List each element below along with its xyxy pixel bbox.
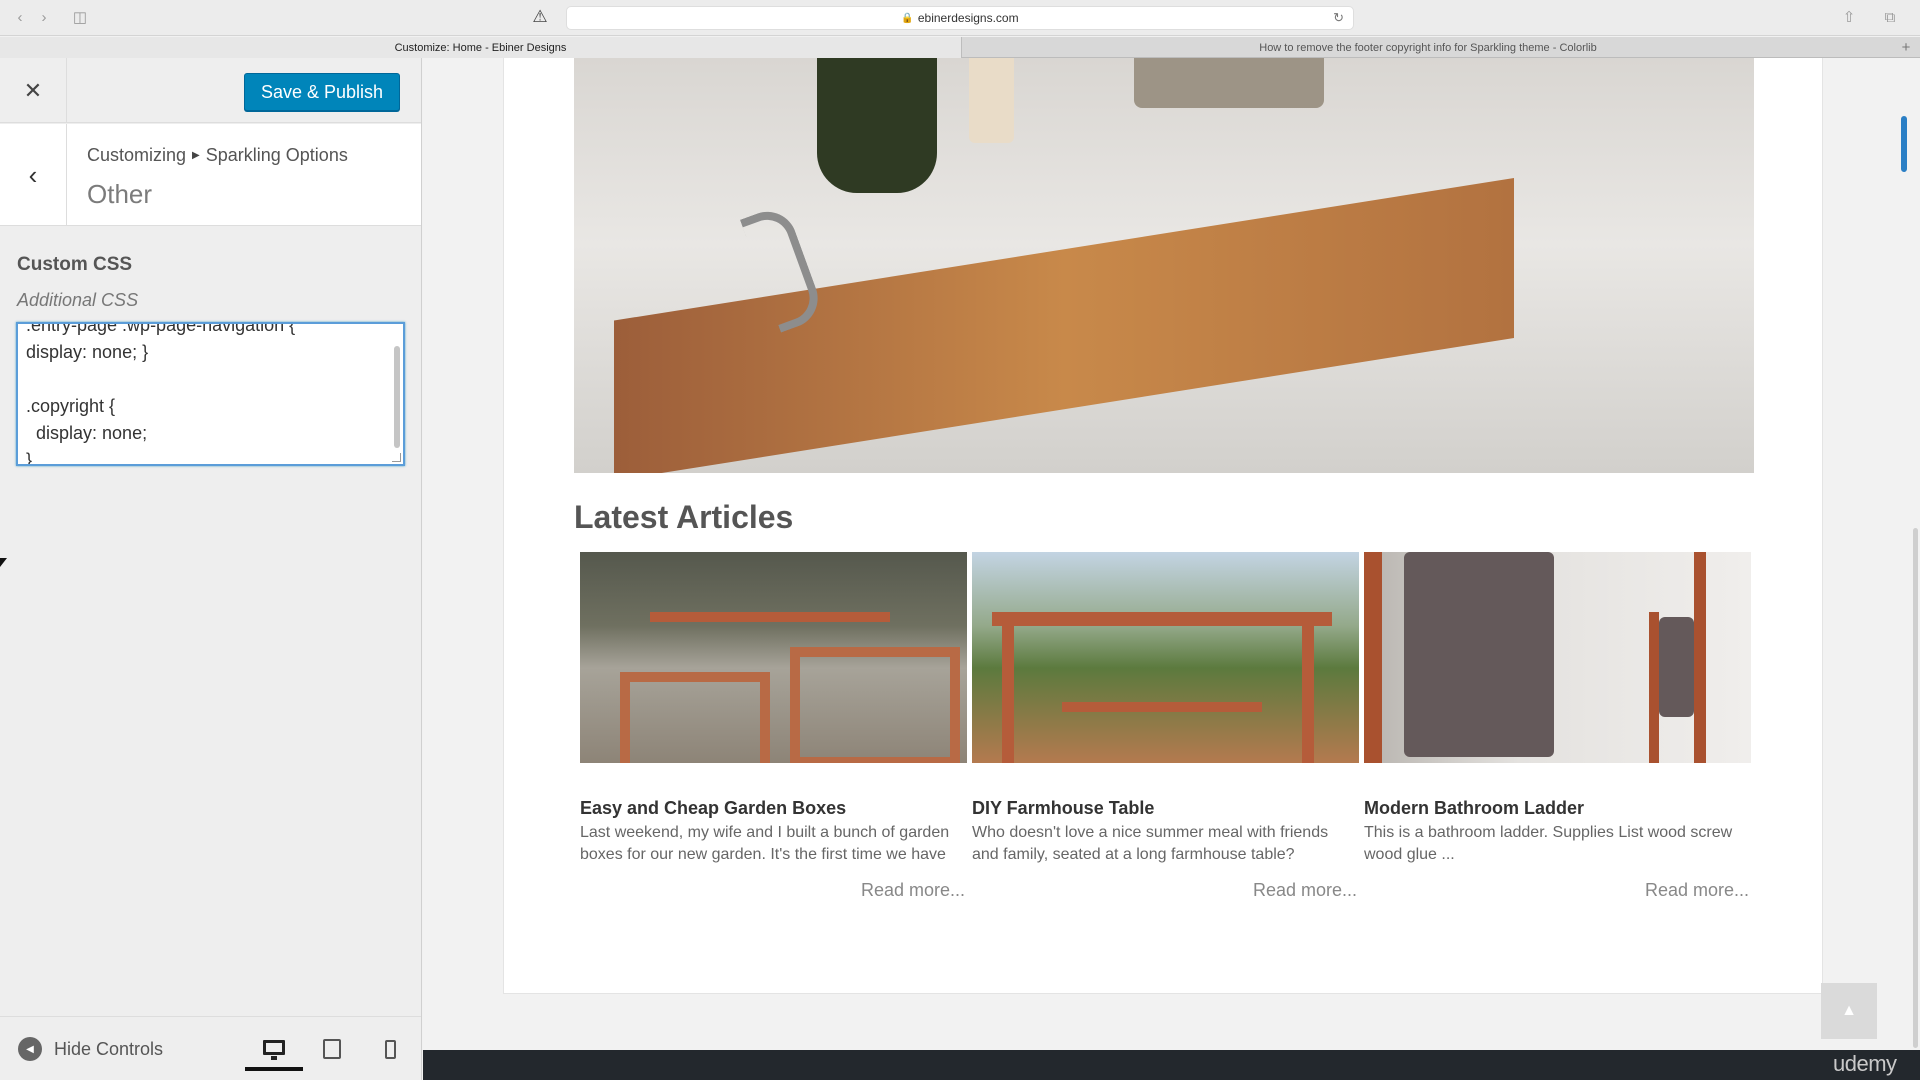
arrow-left-circle-icon: ◀	[18, 1037, 42, 1061]
breadcrumb-section: Sparkling Options	[205, 145, 348, 165]
share-icon[interactable]: ⇧	[1837, 7, 1861, 27]
ladder-rail-shape	[1694, 552, 1706, 763]
preview-scrollbar[interactable]	[1913, 528, 1918, 1048]
customizer-footer: ◀ Hide Controls	[0, 1016, 421, 1080]
site-footer	[423, 1050, 1920, 1080]
css-code: .entry-page .wp-page-navigation { displa…	[26, 322, 296, 466]
site-preview: Latest Articles Easy and Cheap Garden Bo…	[423, 58, 1920, 1080]
article-card[interactable]: Modern Bathroom Ladder This is a bathroo…	[1364, 552, 1751, 901]
article-thumbnail[interactable]	[580, 552, 967, 763]
additional-css-description: Additional CSS	[17, 290, 139, 310]
resize-handle[interactable]	[392, 453, 401, 462]
udemy-watermark: udemy	[1833, 1051, 1897, 1076]
pergola-post-shape	[1002, 622, 1014, 763]
ladder-rail-shape	[1649, 612, 1659, 763]
bottle-shape	[817, 58, 937, 193]
url-text: ebinerdesigns.com	[917, 11, 1019, 25]
chevron-left-icon[interactable]: ‹	[0, 124, 67, 226]
article-excerpt: This is a bathroom ladder. Supplies List…	[1364, 824, 1733, 863]
warning-icon[interactable]: ⚠	[528, 6, 552, 28]
browser-toolbar: ‹ › ◫ ⚠ 🔒 ebinerdesigns.com ↻ ⇧ ⧉	[0, 0, 1920, 36]
reload-icon[interactable]: ↻	[1333, 10, 1344, 26]
sidebar-toggle-icon[interactable]: ◫	[68, 7, 92, 27]
tab-customize[interactable]: Customize: Home - Ebiner Designs	[0, 37, 962, 58]
article-title[interactable]: DIY Farmhouse Table	[972, 798, 1359, 819]
latest-articles-heading: Latest Articles	[574, 499, 794, 535]
tabs-overview-icon[interactable]: ⧉	[1878, 7, 1902, 27]
garden-box-shape	[790, 647, 960, 763]
mouse-cursor-icon	[0, 558, 7, 567]
tab-bar: Customize: Home - Ebiner Designs How to …	[0, 37, 1920, 58]
section-title: Other	[87, 179, 153, 209]
chevron-up-icon[interactable]: ▲	[1821, 983, 1877, 1039]
read-more-link[interactable]: Read more...	[1364, 880, 1751, 901]
close-icon[interactable]: ✕	[0, 58, 67, 123]
forward-nav-icon[interactable]: ›	[32, 7, 56, 27]
new-tab-icon[interactable]: +	[1896, 37, 1916, 58]
article-card[interactable]: DIY Farmhouse Table Who doesn't love a n…	[972, 552, 1359, 901]
tablet-preview-button[interactable]	[303, 1027, 361, 1071]
mobile-icon	[384, 1039, 396, 1059]
article-thumbnail[interactable]	[972, 552, 1359, 763]
customizer-sidebar: ✕ Save & Publish ‹ Customizing ▶ Sparkli…	[0, 58, 422, 1080]
section-header: ‹ Customizing ▶ Sparkling Options Other	[0, 124, 421, 226]
article-title[interactable]: Modern Bathroom Ladder	[1364, 798, 1751, 819]
ladder-rail-shape	[1364, 552, 1382, 763]
address-bar[interactable]: 🔒 ebinerdesigns.com ↻	[566, 6, 1354, 30]
desktop-preview-button[interactable]	[245, 1027, 303, 1071]
breadcrumb-root: Customizing	[87, 145, 187, 165]
hide-controls-button[interactable]: ◀ Hide Controls	[18, 1037, 163, 1061]
tab-label: How to remove the footer copyright info …	[1259, 41, 1597, 54]
custom-css-label: Custom CSS	[17, 254, 133, 275]
towel-shape	[1404, 552, 1554, 757]
custom-css-textarea[interactable]: .entry-page .wp-page-navigation { displa…	[16, 322, 405, 466]
article-excerpt: Last weekend, my wife and I built a bunc…	[580, 824, 950, 863]
article-excerpt: Who doesn't love a nice summer meal with…	[972, 824, 1329, 863]
customizer-header: ✕ Save & Publish	[0, 58, 421, 123]
tab-label: Customize: Home - Ebiner Designs	[394, 41, 567, 54]
breadcrumb: Customizing ▶ Sparkling Options	[87, 145, 348, 166]
lock-icon: 🔒	[901, 12, 914, 24]
towel-shape	[1659, 617, 1694, 717]
article-title[interactable]: Easy and Cheap Garden Boxes	[580, 798, 967, 819]
read-more-link[interactable]: Read more...	[972, 880, 1359, 901]
bench-shape	[650, 612, 890, 622]
tablet-icon	[323, 1039, 341, 1059]
hero-image	[574, 58, 1754, 473]
article-thumbnail[interactable]	[1364, 552, 1751, 763]
towel-shape	[1134, 58, 1324, 108]
save-publish-button[interactable]: Save & Publish	[244, 73, 400, 111]
read-more-link[interactable]: Read more...	[580, 880, 967, 901]
garden-box-shape	[620, 672, 770, 763]
textarea-scrollbar[interactable]	[394, 346, 400, 448]
scroll-indicator[interactable]	[1901, 116, 1907, 172]
mobile-preview-button[interactable]	[361, 1027, 419, 1071]
breadcrumb-arrow-icon: ▶	[192, 150, 200, 161]
pergola-beam-shape	[992, 612, 1332, 626]
back-nav-icon[interactable]: ‹	[8, 7, 32, 27]
pergola-post-shape	[1302, 622, 1314, 763]
desktop-icon	[263, 1039, 285, 1060]
table-shape	[1062, 702, 1262, 712]
hide-controls-label: Hide Controls	[54, 1038, 164, 1059]
tab-colorlib[interactable]: How to remove the footer copyright info …	[962, 37, 1894, 58]
candle-shape	[969, 58, 1014, 143]
article-card[interactable]: Easy and Cheap Garden Boxes Last weekend…	[580, 552, 967, 901]
